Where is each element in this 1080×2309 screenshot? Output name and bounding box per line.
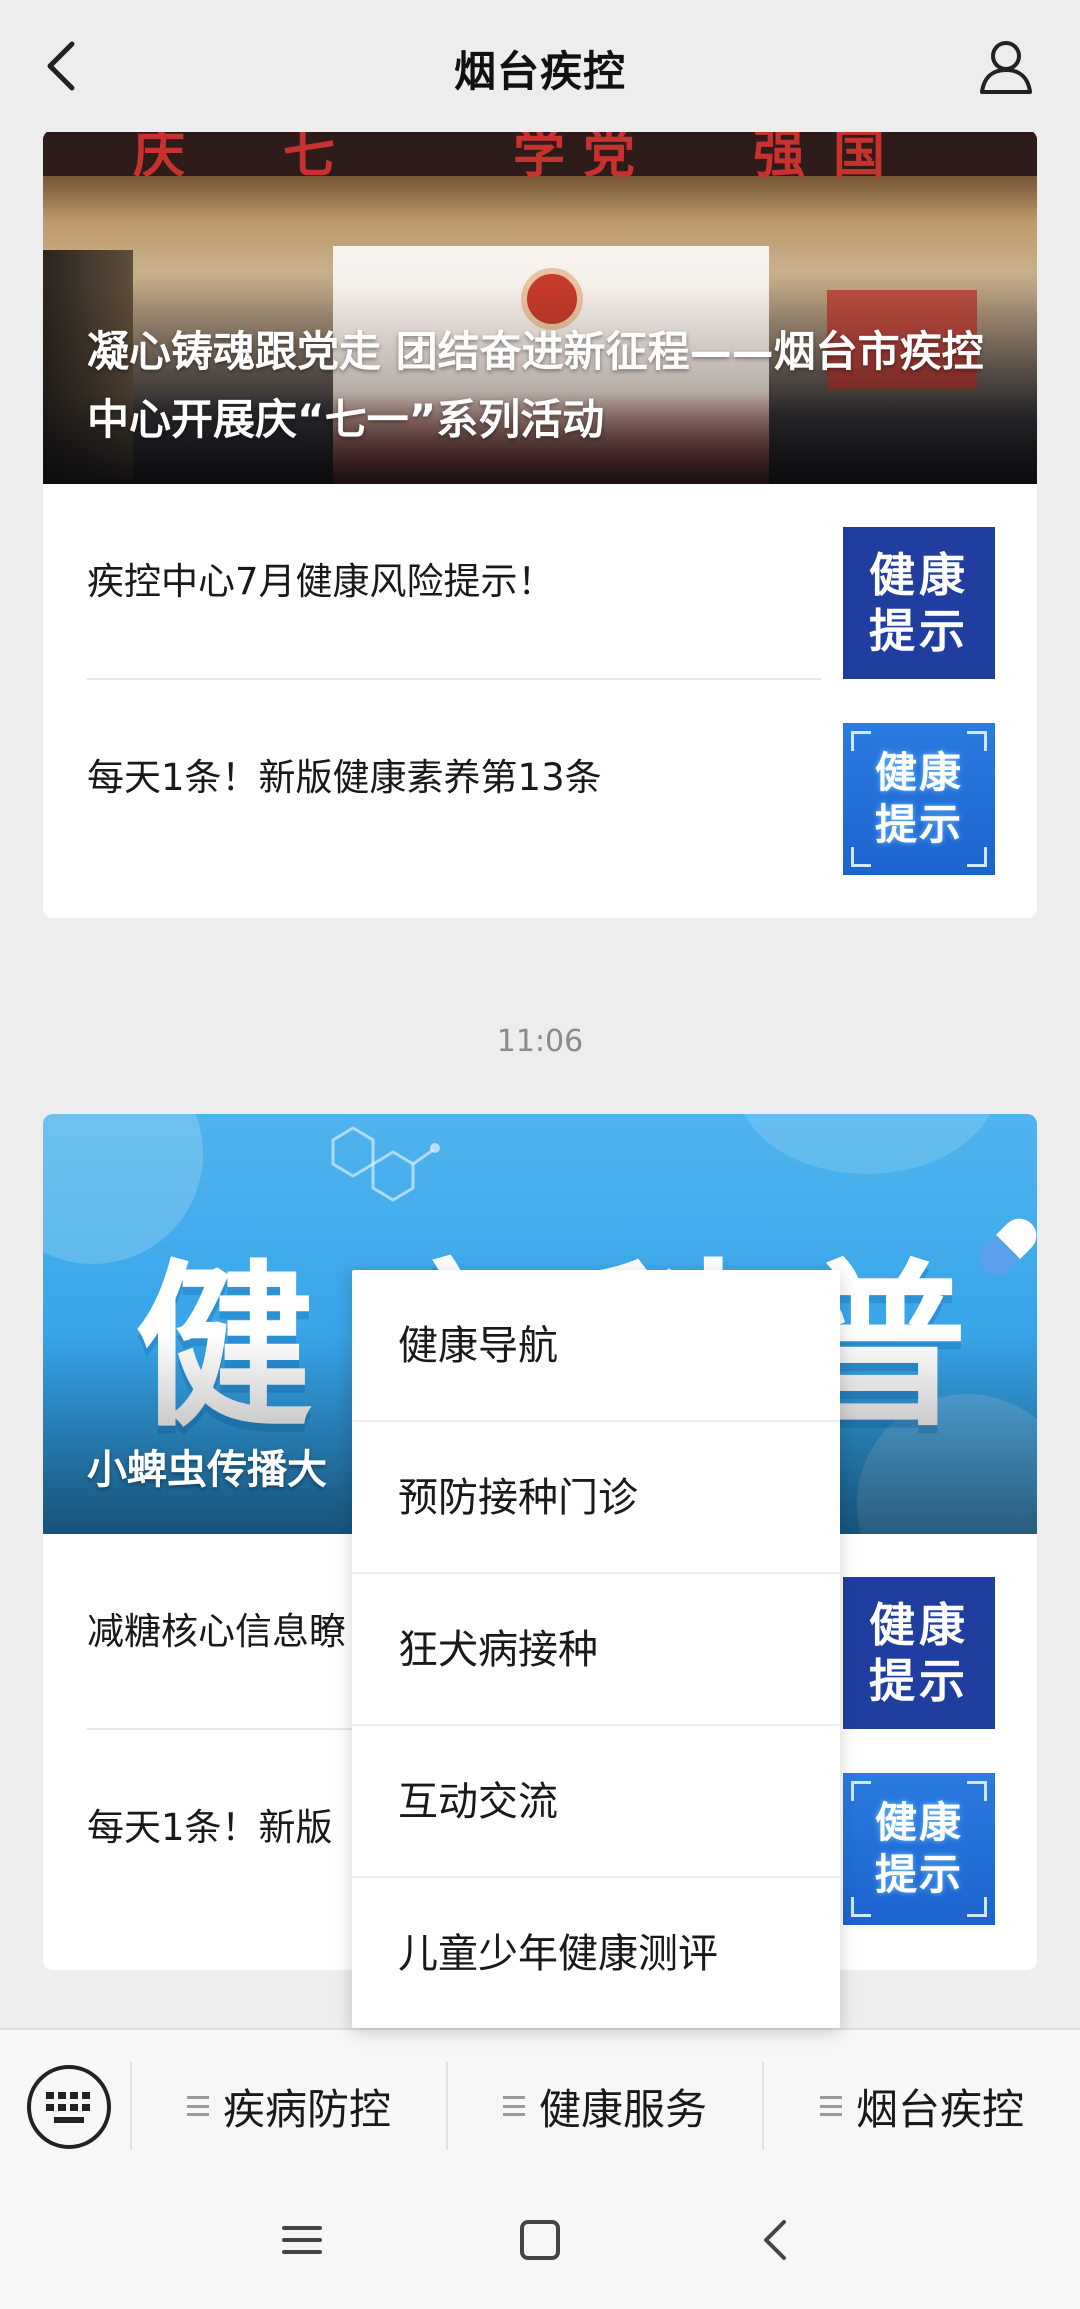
- article-item[interactable]: 每天1条！新版健康素养第13条 健康 提示: [43, 680, 1037, 876]
- menu-item-interaction[interactable]: 互动交流: [352, 1726, 840, 1878]
- menu-lines-icon: [819, 2096, 842, 2116]
- thumbnail-text: 健康 提示: [869, 548, 969, 658]
- menu-icon[interactable]: [272, 2210, 332, 2270]
- menu-item-child-health-assessment[interactable]: 儿童少年健康测评: [352, 1878, 840, 2028]
- article-thumbnail: 健康 提示: [843, 527, 995, 679]
- thumbnail-text: 健康 提示: [874, 1798, 963, 1899]
- thumbnail-text: 健康 提示: [874, 748, 963, 849]
- submenu-popup: 健康导航 预防接种门诊 狂犬病接种 互动交流 儿童少年健康测评: [352, 1270, 840, 2028]
- article-title: 每天1条！新版: [87, 1806, 333, 1849]
- article-cover[interactable]: 庆七学党强国 凝心铸魂跟党走 团结奋进新征程——烟台市疾控中心开展庆“七一”系列…: [43, 132, 1037, 484]
- menu-tab-label: 疾病防控: [222, 2084, 391, 2134]
- thumbnail-text: 健康 提示: [869, 1598, 969, 1708]
- article-item[interactable]: 疾控中心7月健康风险提示！ 健康 提示: [43, 484, 1037, 680]
- menu-item-rabies-vaccination[interactable]: 狂犬病接种: [352, 1574, 840, 1726]
- article-card: 庆七学党强国 凝心铸魂跟党走 团结奋进新征程——烟台市疾控中心开展庆“七一”系列…: [43, 132, 1037, 918]
- custom-menu-bar: 疾病防控 健康服务 烟台疾控: [0, 2028, 1080, 2180]
- menu-lines-icon: [502, 2096, 525, 2116]
- cover-headline: 凝心铸魂跟党走 团结奋进新征程——烟台市疾控中心开展庆“七一”系列活动: [87, 327, 984, 444]
- page-title: 烟台疾控: [453, 47, 626, 96]
- title-bar: 烟台疾控: [0, 0, 1080, 132]
- message-timestamp: 11:06: [496, 1024, 584, 1059]
- article-thumbnail: 健康 提示: [843, 1577, 995, 1729]
- keyboard-icon[interactable]: [24, 2062, 114, 2152]
- menu-tab-label: 健康服务: [538, 2084, 707, 2134]
- menu-tab-health-services[interactable]: 健康服务: [448, 2030, 762, 2182]
- menu-tab-disease-control[interactable]: 疾病防控: [132, 2030, 446, 2182]
- menu-lines-icon: [186, 2096, 209, 2116]
- menu-item-health-navigation[interactable]: 健康导航: [352, 1270, 840, 1422]
- system-nav-bar: [0, 2180, 1080, 2309]
- article-thumbnail: 健康 提示: [843, 723, 995, 875]
- article-title: 减糖核心信息瞭: [87, 1610, 346, 1653]
- back-icon[interactable]: [746, 2210, 806, 2270]
- article-title: 疾控中心7月健康风险提示！: [87, 560, 555, 603]
- cover-banner: 庆七学党强国: [43, 132, 1037, 185]
- article-thumbnail: 健康 提示: [843, 1773, 995, 1925]
- menu-tab-label: 烟台疾控: [855, 2084, 1024, 2134]
- article-title: 每天1条！新版健康素养第13条: [87, 756, 602, 799]
- menu-tab-yantai-cdc[interactable]: 烟台疾控: [764, 2030, 1080, 2182]
- menu-item-vaccination-clinic[interactable]: 预防接种门诊: [352, 1422, 840, 1574]
- user-icon[interactable]: [976, 36, 1036, 96]
- home-icon[interactable]: [510, 2210, 570, 2270]
